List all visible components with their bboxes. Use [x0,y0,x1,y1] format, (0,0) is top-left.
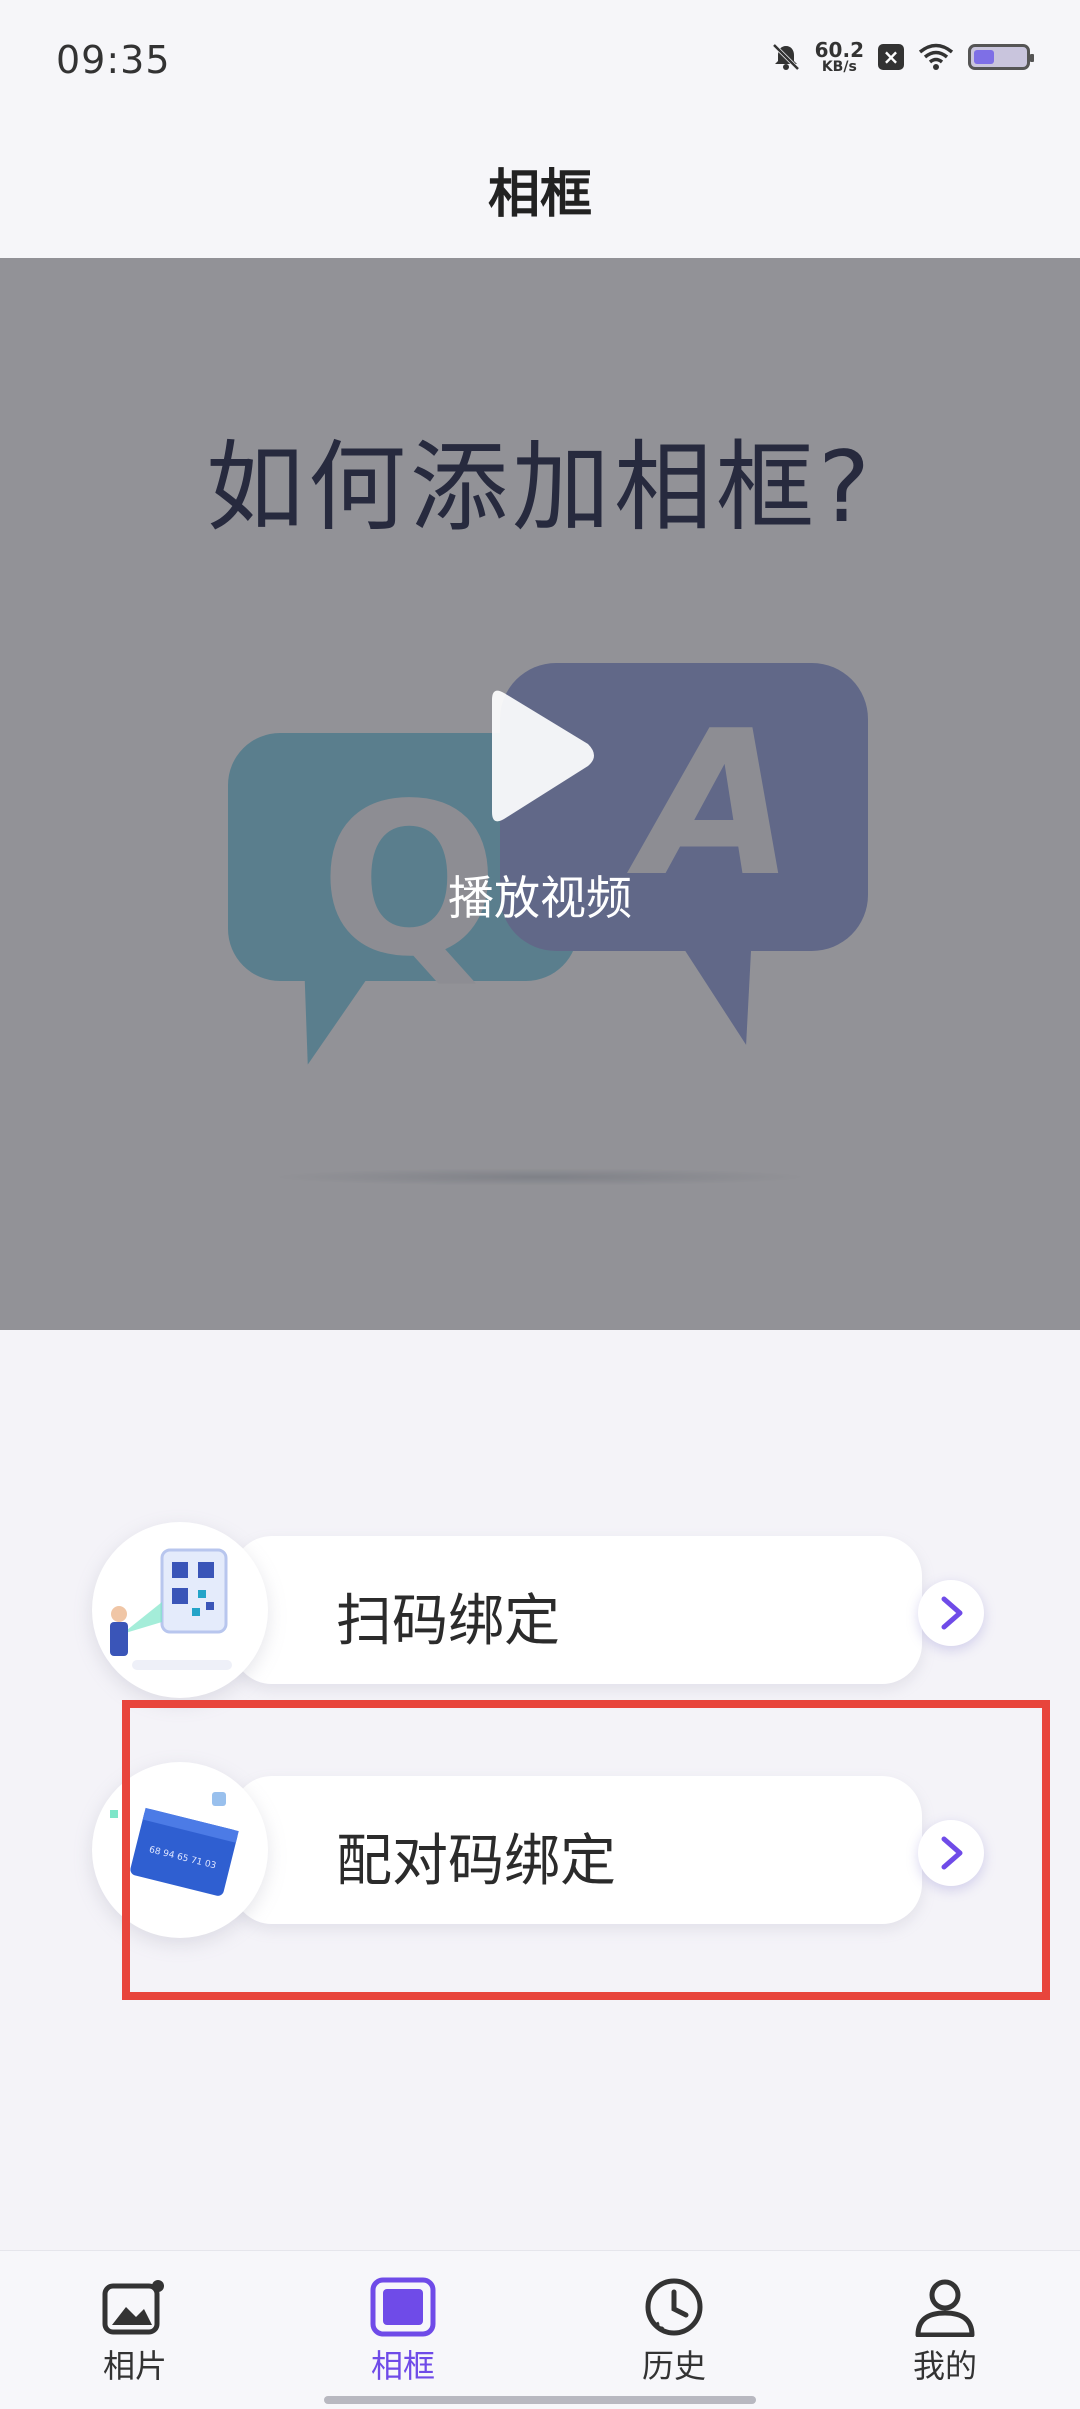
scan-qr-bind-option[interactable]: 扫码绑定 [92,1522,984,1698]
chevron-right-icon[interactable] [918,1580,984,1646]
nav-label: 我的 [912,2347,977,2385]
video-title: 如何添加相框? [205,431,874,545]
bottom-navigation: 相片 相框 历史 我的 [0,2250,1080,2409]
nav-history[interactable]: 历史 [594,2277,754,2387]
status-time: 09:35 [56,38,171,82]
status-icons: 60.2 KB/s × [771,38,1034,75]
nav-frames[interactable]: 相框 [323,2277,483,2387]
page-title: 相框 [487,165,592,225]
wifi-icon [918,43,954,70]
play-icon[interactable] [480,686,600,826]
highlight-box [122,1700,1050,2000]
nav-profile[interactable]: 我的 [865,2277,1025,2387]
option-label[interactable]: 扫码绑定 [336,1576,560,1657]
header: 相框 [0,126,1080,258]
nav-photos[interactable]: 相片 [55,2277,215,2387]
battery-icon [968,44,1034,70]
play-video-label[interactable]: 播放视频 [0,862,1080,928]
profile-icon [915,2279,975,2337]
qr-scan-illustration [92,1522,268,1698]
bell-muted-icon [772,43,800,71]
nav-label: 历史 [641,2347,706,2385]
network-speed: 60.2 KB/s [814,38,864,75]
video-player[interactable]: Q A 如何添加相框? 播放视频 [0,258,1080,1330]
nav-label: 相片 [102,2347,167,2385]
nav-label: 相框 [370,2347,435,2385]
status-bar: 09:35 60.2 KB/s × [0,0,1080,126]
frame-icon [370,2277,436,2337]
no-sim-icon: × [878,44,904,70]
history-icon [645,2278,703,2336]
photo-icon [102,2280,164,2335]
home-indicator[interactable] [324,2396,756,2404]
